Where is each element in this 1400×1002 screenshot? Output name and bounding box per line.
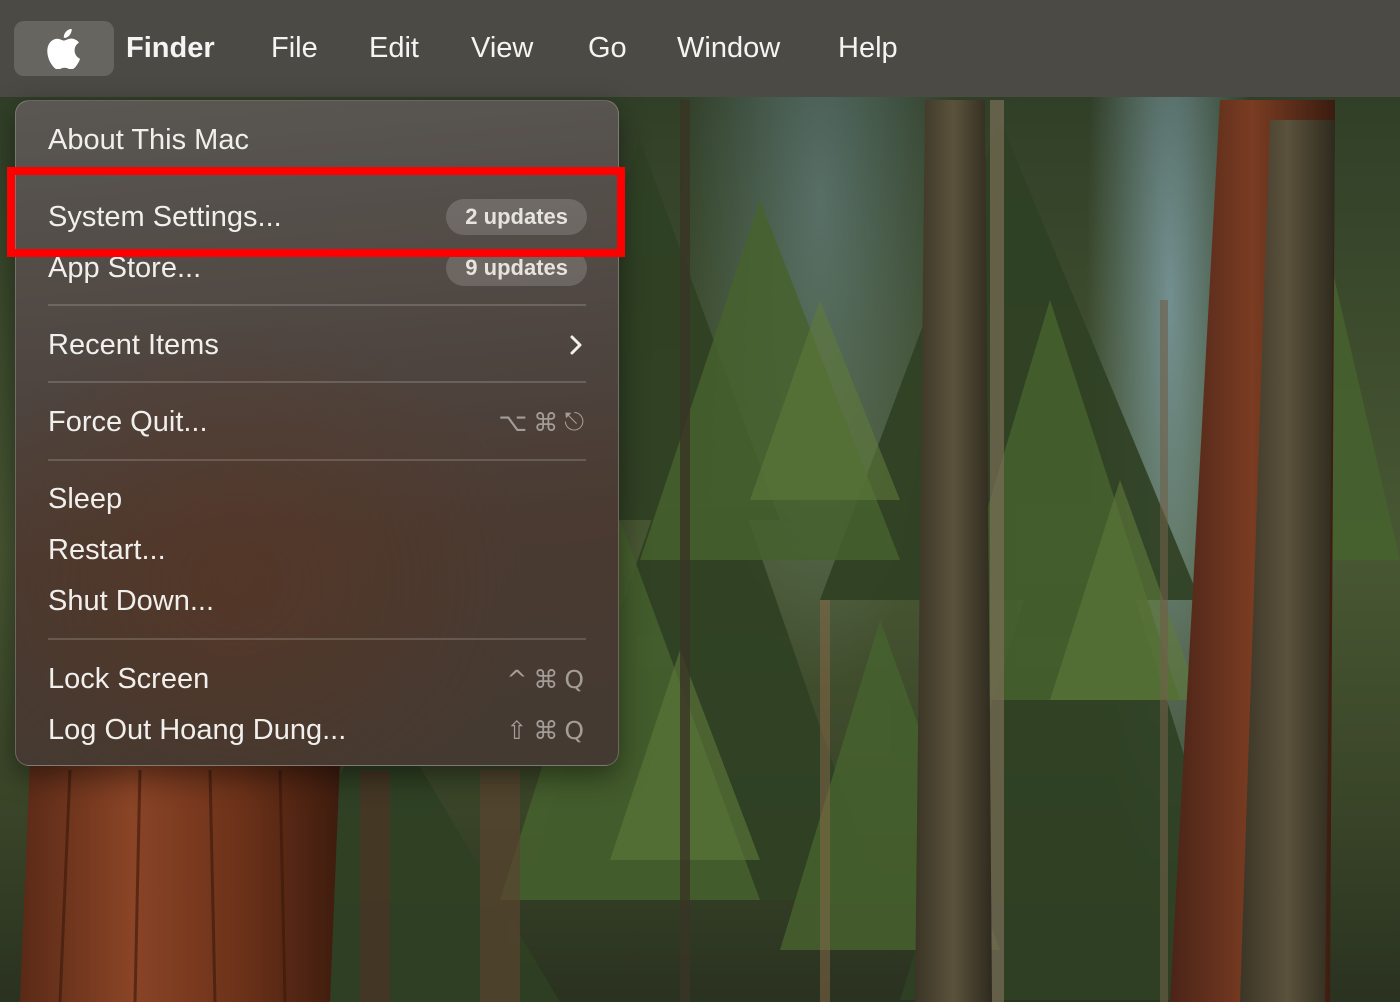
updates-badge: 9 updates [446,250,587,286]
menu-go[interactable]: Go [588,28,627,68]
menu-item-label: Lock Screen [48,663,210,695]
keyboard-shortcut: ⇧ ⌘ Q [506,711,584,749]
menu-help[interactable]: Help [838,28,898,68]
menu-item-recent-items[interactable]: Recent Items [16,322,618,368]
menu-item-lock-screen[interactable]: Lock Screen ^ ⌘ Q [16,656,618,702]
shift-key-icon: ⇧ [506,715,528,745]
menu-item-label: System Settings... [48,201,282,233]
menu-item-label: Force Quit... [48,406,208,438]
menu-edit[interactable]: Edit [369,28,419,68]
apple-dropdown-menu: About This Mac System Settings... 2 upda… [15,100,619,766]
menu-item-sleep[interactable]: Sleep [16,476,618,522]
menu-item-label: About This Mac [48,124,249,156]
menu-item-app-store[interactable]: App Store... 9 updates [16,245,618,291]
menu-window[interactable]: Window [677,28,780,68]
apple-logo-icon [47,28,81,69]
menu-bar: Finder File Edit View Go Window Help [0,0,1400,97]
menu-item-label: Recent Items [48,329,219,361]
command-key-icon: ⌘ [533,407,559,437]
option-key-icon: ⌥ [498,407,528,437]
command-key-icon: ⌘ [533,715,559,745]
menu-item-log-out[interactable]: Log Out Hoang Dung... ⇧ ⌘ Q [16,707,618,753]
chevron-right-icon [570,335,582,355]
control-key-icon: ^ [506,664,528,694]
q-key-icon: Q [564,715,584,745]
keyboard-shortcut: ^ ⌘ Q [506,660,584,698]
menu-item-restart[interactable]: Restart... [16,527,618,573]
apple-menu-button[interactable] [14,21,114,76]
escape-key-icon: ⎋ [564,407,584,436]
menu-item-label: Sleep [48,483,123,515]
menu-file[interactable]: File [271,28,318,68]
menu-item-shut-down[interactable]: Shut Down... [16,578,618,624]
menu-finder[interactable]: Finder [126,28,215,68]
menu-item-label: App Store... [48,252,202,284]
updates-badge: 2 updates [446,199,587,235]
menu-item-label: Restart... [48,534,166,566]
menu-separator [48,304,586,306]
menu-item-label: Shut Down... [48,585,215,617]
menu-item-label: Log Out Hoang Dung... [48,714,347,746]
desktop: Finder File Edit View Go Window Help Abo… [0,0,1400,1002]
command-key-icon: ⌘ [533,664,559,694]
menu-item-about-this-mac[interactable]: About This Mac [16,117,618,163]
menu-item-force-quit[interactable]: Force Quit... ⌥ ⌘ ⎋ [16,399,618,445]
menu-separator [48,638,586,640]
menu-separator [48,381,586,383]
menu-item-system-settings[interactable]: System Settings... 2 updates [16,194,618,240]
menu-view[interactable]: View [471,28,533,68]
q-key-icon: Q [564,664,584,694]
keyboard-shortcut: ⌥ ⌘ ⎋ [498,403,584,441]
menu-separator [48,459,586,461]
